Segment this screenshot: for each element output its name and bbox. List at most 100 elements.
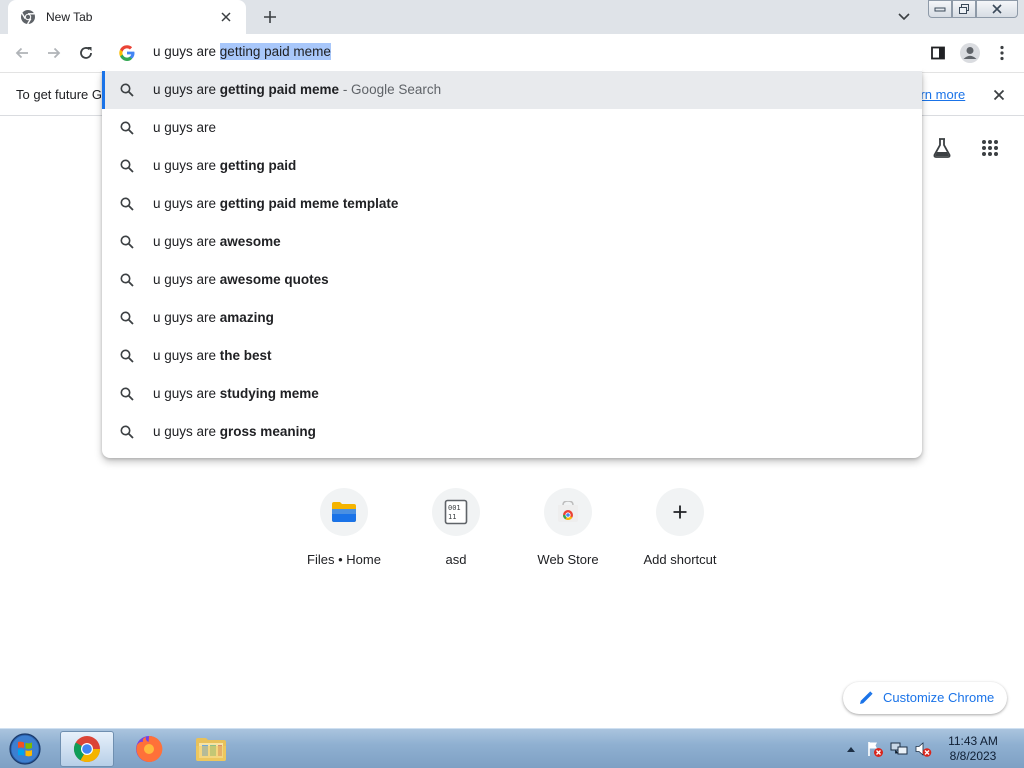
window-close-button[interactable] xyxy=(976,0,1018,18)
suggestion-text: u guys are studying meme xyxy=(153,386,319,401)
network-icon[interactable] xyxy=(890,740,908,758)
pencil-icon xyxy=(858,690,874,706)
suggestion-item[interactable]: u guys are gross meaning xyxy=(102,413,922,451)
shortcut-label: asd xyxy=(445,552,467,567)
search-icon xyxy=(119,310,135,326)
tab-new-tab[interactable]: New Tab xyxy=(8,0,246,34)
suggestion-completion: awesome xyxy=(219,234,281,249)
suggestion-prefix: u guys are xyxy=(153,158,220,173)
suggestion-prefix: u guys are xyxy=(153,424,220,439)
shortcut-label: Web Store xyxy=(537,552,599,567)
svg-text:001: 001 xyxy=(448,504,461,512)
tab-search-chevron-icon[interactable] xyxy=(892,6,916,28)
folder-icon xyxy=(320,488,368,536)
suggestion-prefix: u guys are xyxy=(153,120,217,135)
action-center-flag-icon[interactable] xyxy=(866,740,884,758)
suggestion-text: u guys are xyxy=(153,120,216,135)
taskbar-file-explorer-icon[interactable] xyxy=(184,731,238,767)
suggestion-item[interactable]: u guys are amazing xyxy=(102,299,922,337)
taskbar-clock[interactable]: 11:43 AM 8/8/2023 xyxy=(936,734,1010,764)
google-g-icon xyxy=(118,44,136,62)
back-arrow-icon[interactable] xyxy=(8,39,36,67)
suggestion-prefix: u guys are xyxy=(153,234,220,249)
omnibox-typed-text: u guys are xyxy=(153,44,220,59)
shortcut-files-home[interactable]: Files • Home xyxy=(288,486,400,576)
suggestion-prefix: u guys are xyxy=(153,82,220,97)
shortcut-label: Add shortcut xyxy=(643,552,717,567)
web-store-icon xyxy=(544,488,592,536)
suggestion-completion: amazing xyxy=(219,310,274,325)
customize-chrome-button[interactable]: Customize Chrome xyxy=(843,682,1007,714)
side-panel-icon[interactable] xyxy=(924,39,952,67)
clock-date: 8/8/2023 xyxy=(949,749,997,763)
suggestion-prefix: u guys are xyxy=(153,272,220,287)
window-minimize-button[interactable] xyxy=(928,0,952,18)
search-icon xyxy=(119,196,135,212)
omnibox[interactable]: u guys are getting paid meme xyxy=(102,35,922,71)
suggestion-text: u guys are amazing xyxy=(153,310,274,325)
suggestion-completion: the best xyxy=(219,348,272,363)
omnibox-suggestion-dropdown: u guys are getting paid meme - Google Se… xyxy=(102,71,922,458)
suggestion-prefix: u guys are xyxy=(153,348,220,363)
suggestion-item[interactable]: u guys are awesome quotes xyxy=(102,261,922,299)
more-menu-icon[interactable] xyxy=(988,39,1016,67)
omnibox-autocomplete-selection: getting paid meme xyxy=(219,43,331,60)
suggestion-item[interactable]: u guys are getting paid meme - Google Se… xyxy=(102,71,922,109)
suggestion-item[interactable]: u guys are the best xyxy=(102,337,922,375)
chrome-icon xyxy=(20,9,36,25)
suggestion-completion: gross meaning xyxy=(219,424,316,439)
suggestion-text: u guys are awesome quotes xyxy=(153,272,329,287)
profile-icon[interactable] xyxy=(956,39,984,67)
search-icon xyxy=(119,158,135,174)
suggestion-completion: getting paid meme xyxy=(219,82,340,97)
binary-file-icon: 001 11 xyxy=(432,488,480,536)
suggestion-prefix: u guys are xyxy=(153,196,220,211)
plus-icon xyxy=(656,488,704,536)
tab-title: New Tab xyxy=(46,10,93,24)
chrome-labs-flask-icon[interactable] xyxy=(928,134,956,162)
shortcut-web-store[interactable]: Web Store xyxy=(512,486,624,576)
taskbar-chrome-icon[interactable] xyxy=(60,731,114,767)
start-button-windows-orb-icon[interactable] xyxy=(4,731,46,767)
search-icon xyxy=(119,120,135,136)
clock-time: 11:43 AM xyxy=(948,734,998,748)
suggestion-item[interactable]: u guys are getting paid xyxy=(102,147,922,185)
shortcut-add[interactable]: Add shortcut xyxy=(624,486,736,576)
suggestion-text: u guys are awesome xyxy=(153,234,281,249)
search-icon xyxy=(119,424,135,440)
google-apps-grid-icon[interactable] xyxy=(976,134,1004,162)
search-icon xyxy=(119,234,135,250)
omnibox-text[interactable]: u guys are getting paid meme xyxy=(153,43,331,60)
suggestion-text: u guys are getting paid meme - Google Se… xyxy=(153,82,441,97)
suggestion-text: u guys are gross meaning xyxy=(153,424,316,439)
suggestion-suffix: - Google Search xyxy=(339,82,442,97)
forward-arrow-icon[interactable] xyxy=(40,39,68,67)
suggestion-completion: getting paid meme template xyxy=(219,196,399,211)
suggestion-item[interactable]: u guys are studying meme xyxy=(102,375,922,413)
taskbar: 11:43 AM 8/8/2023 xyxy=(0,728,1024,768)
suggestion-completion: studying meme xyxy=(219,386,319,401)
show-hidden-icons-up-arrow-icon[interactable] xyxy=(842,740,860,758)
reload-icon[interactable] xyxy=(72,39,100,67)
infobar-close-icon[interactable] xyxy=(988,84,1010,106)
tab-strip: New Tab xyxy=(0,0,1024,34)
new-tab-plus-icon[interactable] xyxy=(256,4,284,30)
volume-muted-icon[interactable] xyxy=(914,740,932,758)
shortcut-label: Files • Home xyxy=(307,552,381,567)
window-restore-button[interactable] xyxy=(952,0,976,18)
suggestion-completion: getting paid xyxy=(219,158,297,173)
suggestion-completion: awesome quotes xyxy=(219,272,329,287)
suggestion-text: u guys are the best xyxy=(153,348,272,363)
suggestion-prefix: u guys are xyxy=(153,310,220,325)
suggestion-prefix: u guys are xyxy=(153,386,220,401)
suggestion-text: u guys are getting paid meme template xyxy=(153,196,398,211)
suggestion-item[interactable]: u guys are awesome xyxy=(102,223,922,261)
search-icon xyxy=(119,272,135,288)
tab-close-icon[interactable] xyxy=(216,7,236,27)
customize-chrome-label: Customize Chrome xyxy=(883,690,995,705)
search-icon xyxy=(119,82,135,98)
suggestion-item[interactable]: u guys are xyxy=(102,109,922,147)
shortcut-asd[interactable]: 001 11 asd xyxy=(400,486,512,576)
taskbar-firefox-icon[interactable] xyxy=(122,731,176,767)
suggestion-item[interactable]: u guys are getting paid meme template xyxy=(102,185,922,223)
